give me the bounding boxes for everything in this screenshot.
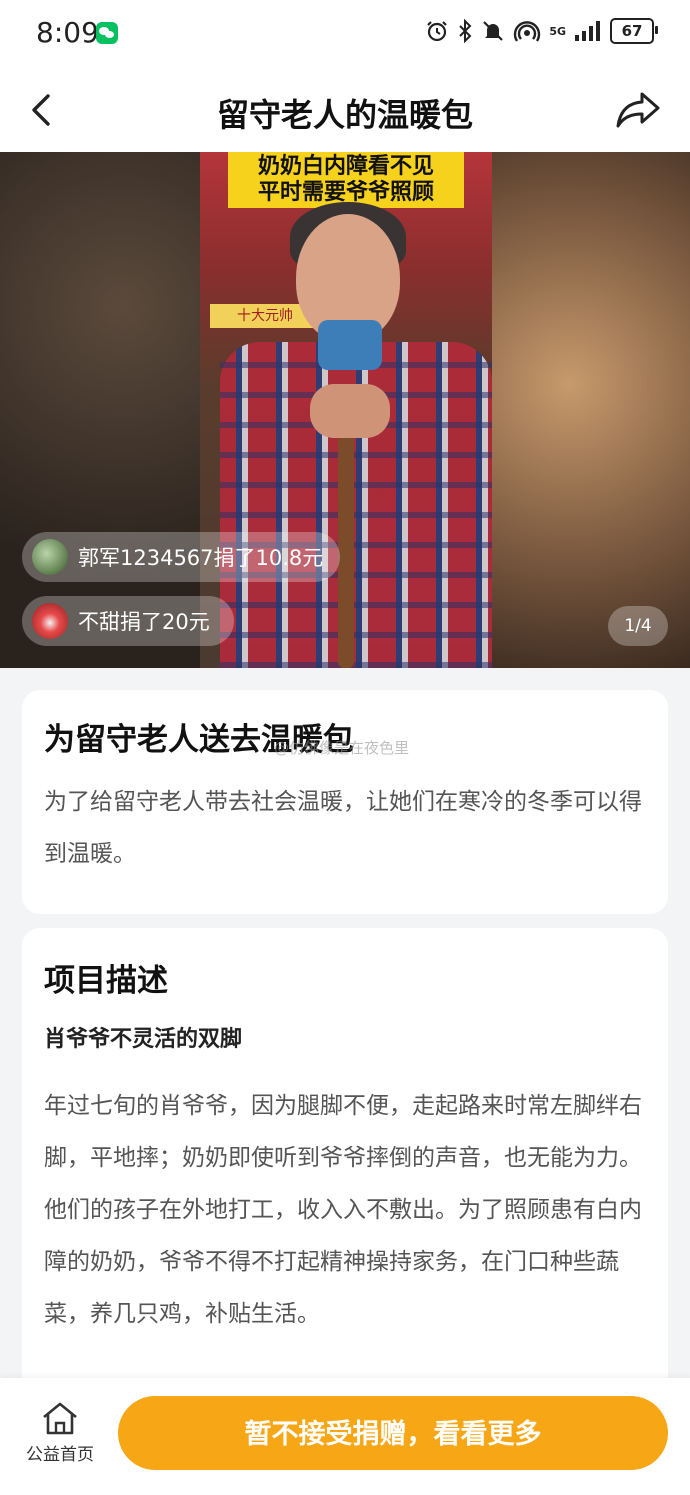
donate-button[interactable]: 暂不接受捐赠，看看更多 <box>118 1396 668 1470</box>
bottom-action-bar: 公益首页 暂不接受捐赠，看看更多 <box>0 1378 690 1495</box>
charity-home-tab[interactable]: 公益首页 <box>18 1396 102 1472</box>
photo-cane <box>338 422 354 668</box>
photo-hands <box>310 384 390 438</box>
project-photo: 奶奶白内障看不见 平时需要爷爷照顾 十大元帅 <box>200 152 492 668</box>
home-icon <box>43 1402 77 1435</box>
page-title: 留守老人的温暖包 <box>216 96 473 134</box>
intro-card: 为留守老人送去温暖包 @仿佛像是在夜色里 为了给留守老人带去社会温暖，让她们在寒… <box>22 690 668 914</box>
project-image-carousel[interactable]: 奶奶白内障看不见 平时需要爷爷照顾 十大元帅 郭军1234567捐了10.8元 … <box>0 152 690 668</box>
share-button[interactable] <box>614 88 662 132</box>
description-heading: 项目描述 <box>44 963 168 999</box>
wechat-icon <box>96 22 118 44</box>
avatar <box>32 603 68 639</box>
alarm-icon <box>427 21 448 42</box>
description-subheading: 肖爷爷不灵活的双脚 <box>44 1027 243 1052</box>
share-icon <box>616 92 660 128</box>
status-bar: 8:09 5G 67 <box>0 0 690 70</box>
image-page-indicator: 1/4 <box>608 606 668 646</box>
donor-text: 不甜捐了20元 <box>78 610 210 634</box>
battery-icon: 67 <box>610 18 658 44</box>
description-body: 年过七旬的肖爷爷，因为腿脚不便，走起路来时常左脚绊右脚，平地摔；奶奶即使听到爷爷… <box>44 1093 642 1327</box>
photo-scarf <box>318 320 382 370</box>
mute-icon <box>483 21 504 41</box>
donor-text: 郭军1234567捐了10.8元 <box>78 546 324 570</box>
network-type: 5G <box>549 24 566 38</box>
bluetooth-icon <box>459 19 472 43</box>
status-icons: 5G 67 <box>425 18 658 44</box>
home-tab-label: 公益首页 <box>26 1445 94 1465</box>
image-blur-left <box>0 152 205 668</box>
status-time: 8:09 <box>36 16 99 49</box>
nav-bar: 留守老人的温暖包 <box>0 70 690 152</box>
donor-chip: 郭军1234567捐了10.8元 <box>22 532 340 582</box>
watermark: @仿佛像是在夜色里 <box>274 739 410 757</box>
project-title: 为留守老人送去温暖包 @仿佛像是在夜色里 <box>44 718 646 762</box>
image-blur-right <box>490 152 690 668</box>
avatar <box>32 539 68 575</box>
hotspot-icon <box>514 21 541 42</box>
signal-icon <box>575 21 600 41</box>
project-summary: 为了给留守老人带去社会温暖，让她们在寒冷的冬季可以得到温暖。 <box>44 789 642 867</box>
poster-caption: 奶奶白内障看不见 平时需要爷爷照顾 <box>224 154 468 206</box>
description-card: 项目描述 肖爷爷不灵活的双脚 年过七旬的肖爷爷，因为腿脚不便，走起路来时常左脚绊… <box>22 928 668 1398</box>
poster-caption-line1: 奶奶白内障看不见 <box>257 154 434 179</box>
donor-chip: 不甜捐了20元 <box>22 596 234 646</box>
